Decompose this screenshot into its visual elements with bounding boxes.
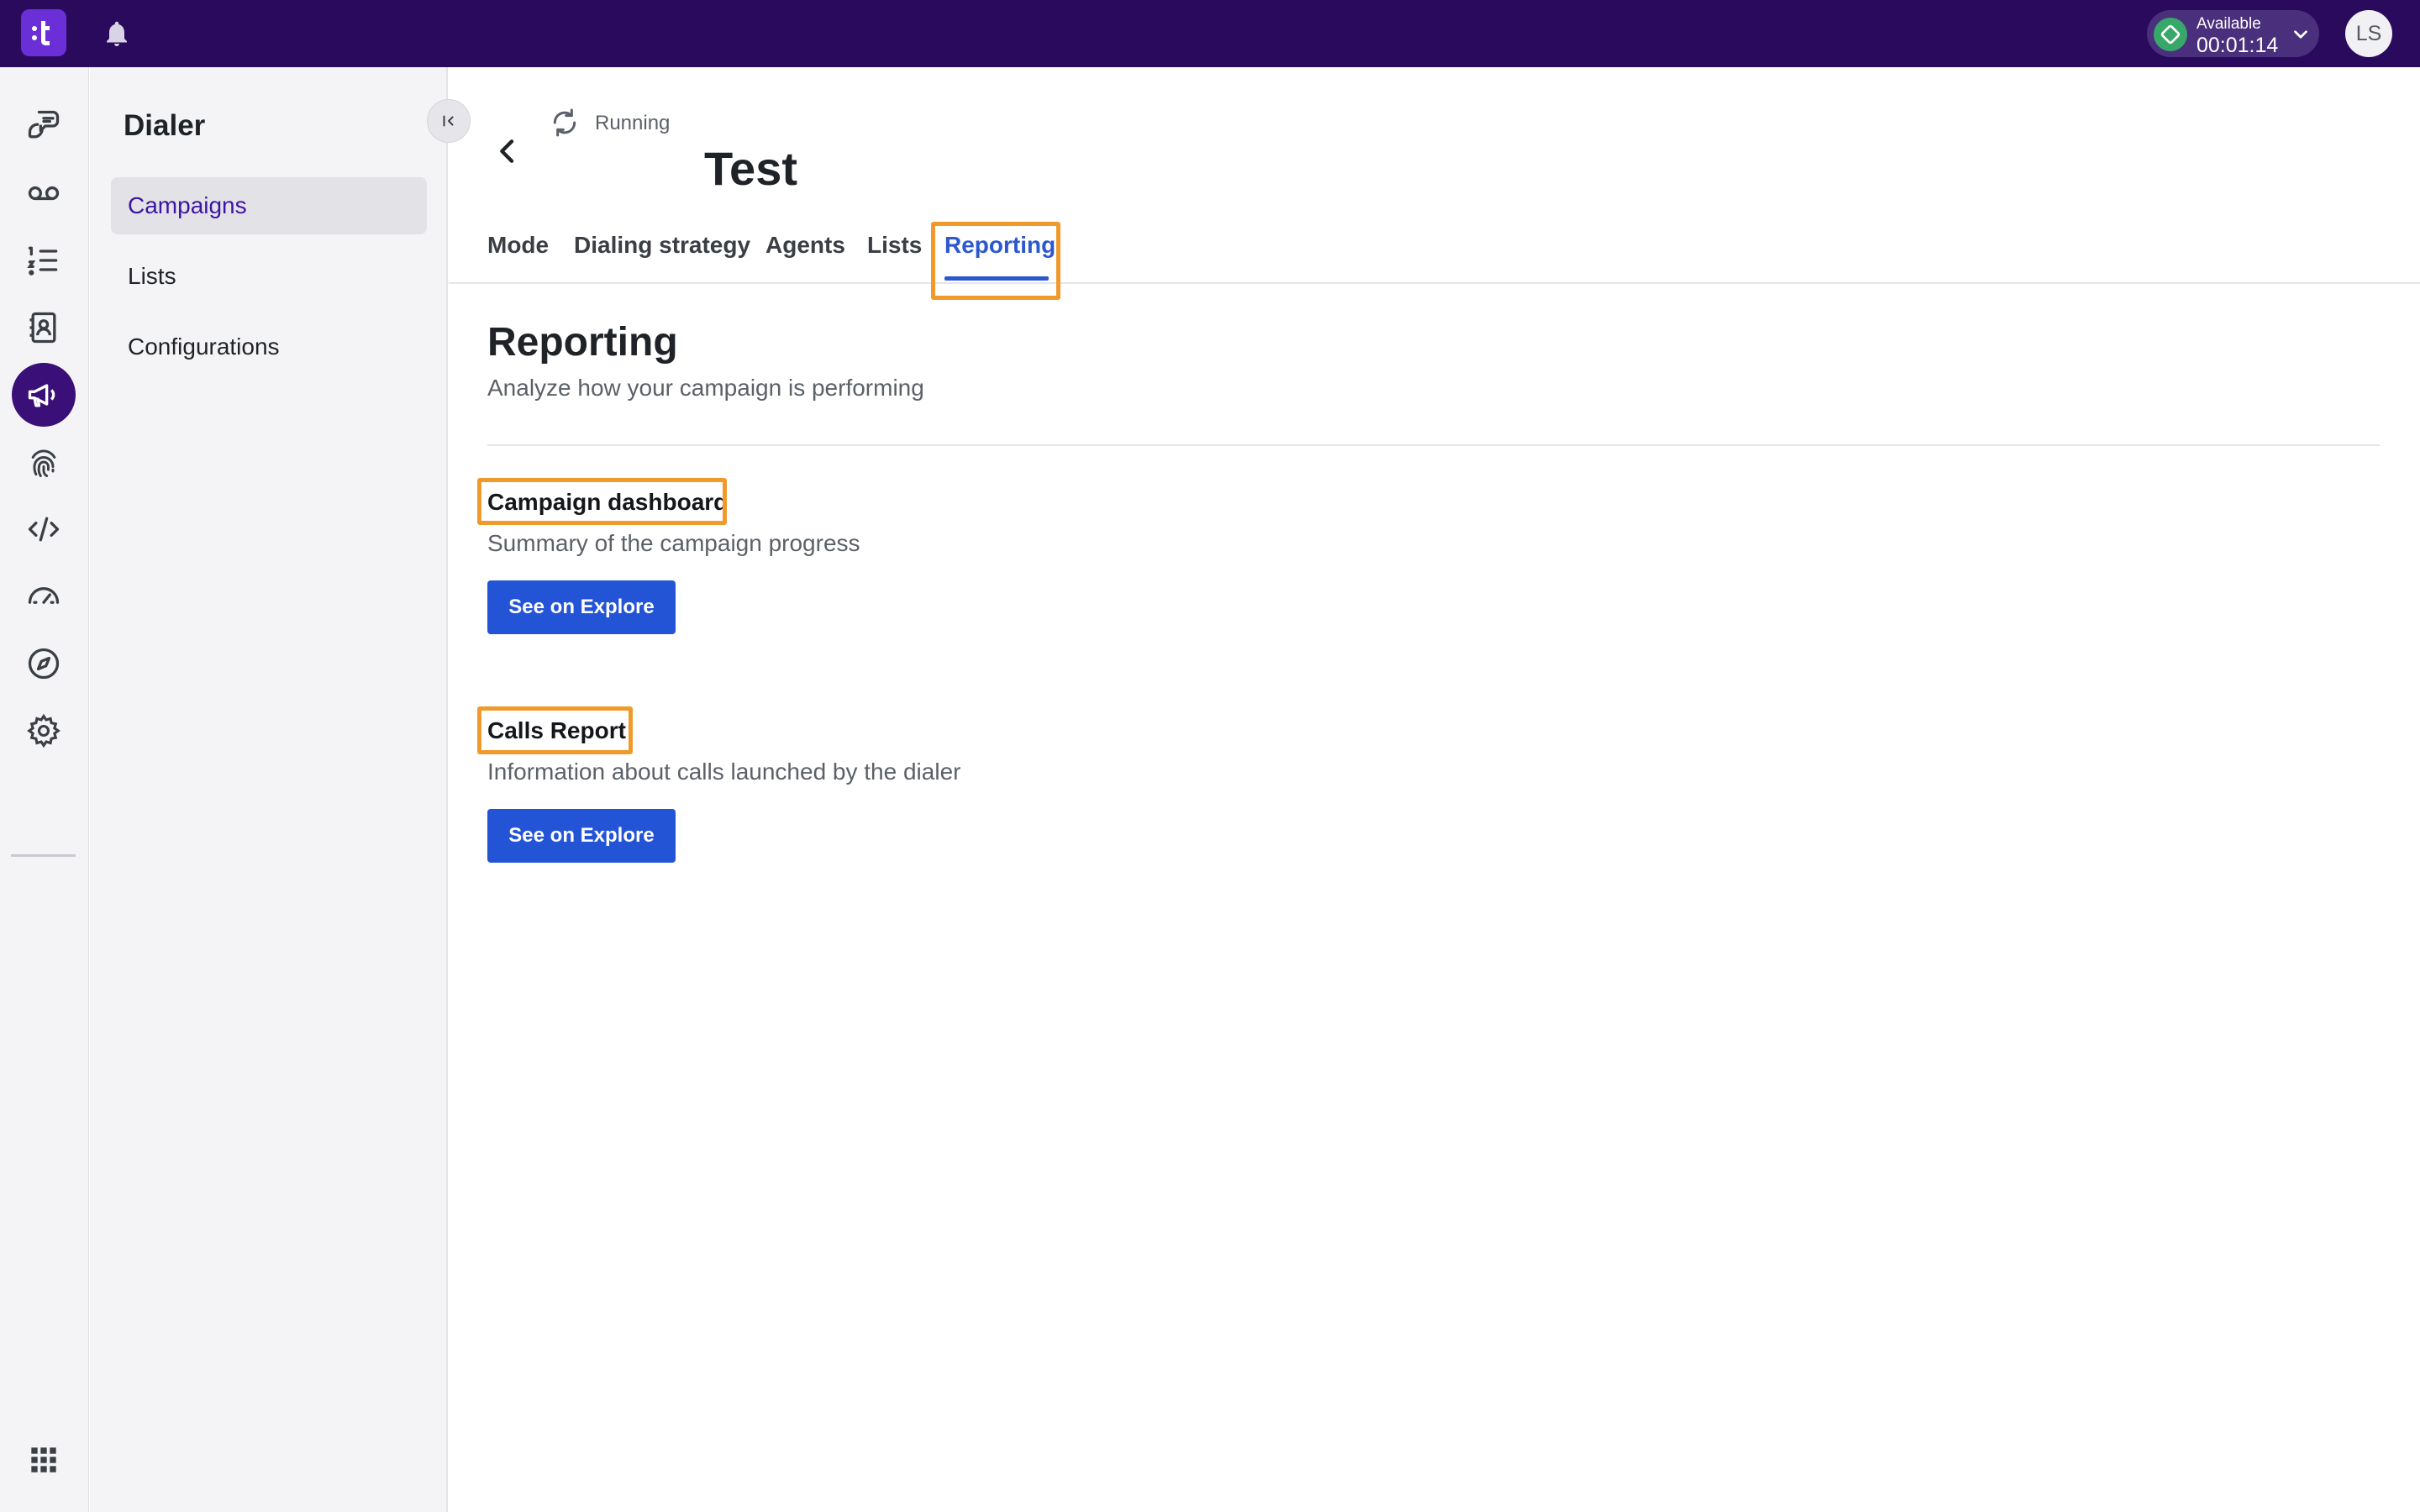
active-tab-indicator <box>944 276 1049 281</box>
sidebar-item-lists[interactable]: Lists <box>111 248 427 305</box>
voicemail-icon[interactable] <box>12 161 76 225</box>
campaign-status: Running <box>595 112 671 134</box>
calls-report-title: Calls Report <box>487 717 626 743</box>
section-title: Reporting <box>487 320 678 365</box>
collapse-sidebar-button[interactable] <box>427 99 471 143</box>
status-timer: 00:01:14 <box>2196 34 2279 57</box>
available-status-icon <box>2154 18 2187 51</box>
sidebar-item-configurations[interactable]: Configurations <box>111 318 427 375</box>
campaign-dashboard-subtitle: Summary of the campaign progress <box>487 530 860 556</box>
rail-divider <box>11 854 76 857</box>
section-subtitle: Analyze how your campaign is performing <box>487 375 924 401</box>
status-label: Available <box>2196 15 2261 33</box>
app-logo[interactable] <box>21 9 66 56</box>
icon-rail <box>0 67 89 1512</box>
apps-grid-icon[interactable] <box>12 1428 76 1492</box>
top-bar: Available 00:01:14 LS <box>0 0 2420 67</box>
contacts-icon[interactable] <box>12 296 76 360</box>
tab-agents[interactable]: Agents <box>765 232 845 259</box>
availability-status-dropdown[interactable]: Available 00:01:14 <box>2147 10 2319 57</box>
campaign-dashboard-title: Campaign dashboard <box>487 489 729 515</box>
collapse-left-icon <box>443 115 454 127</box>
tab-dialing-strategy[interactable]: Dialing strategy <box>574 232 750 259</box>
code-icon[interactable] <box>12 497 76 561</box>
campaign-dashboard-explore-button[interactable]: See on Explore <box>487 580 676 634</box>
user-avatar[interactable]: LS <box>2345 10 2392 57</box>
settings-gear-icon[interactable] <box>12 699 76 763</box>
running-sync-icon <box>553 108 576 137</box>
dialer-sidebar: Dialer Campaigns Lists Configurations <box>90 67 448 1512</box>
sidebar-item-campaigns[interactable]: Campaigns <box>111 177 427 234</box>
explore-compass-icon[interactable] <box>12 632 76 696</box>
tab-reporting[interactable]: Reporting <box>944 232 1055 259</box>
dashboard-gauge-icon[interactable] <box>12 563 76 627</box>
logo-icon <box>32 21 50 45</box>
tabs-divider <box>449 282 2420 284</box>
campaigns-icon[interactable] <box>12 363 76 427</box>
chevron-down-icon <box>2294 30 2307 39</box>
conversations-icon[interactable] <box>12 94 76 158</box>
tab-lists[interactable]: Lists <box>867 232 922 259</box>
calls-report-subtitle: Information about calls launched by the … <box>487 759 961 785</box>
page-title: Test <box>704 142 797 195</box>
tab-mode[interactable]: Mode <box>487 232 549 259</box>
section-divider <box>487 444 2380 446</box>
back-arrow-icon[interactable] <box>491 134 524 168</box>
fingerprint-icon[interactable] <box>12 430 76 494</box>
sidebar-title: Dialer <box>124 109 206 142</box>
calls-report-explore-button[interactable]: See on Explore <box>487 809 676 863</box>
list-icon[interactable] <box>12 228 76 292</box>
notifications-bell-icon[interactable] <box>102 18 132 49</box>
